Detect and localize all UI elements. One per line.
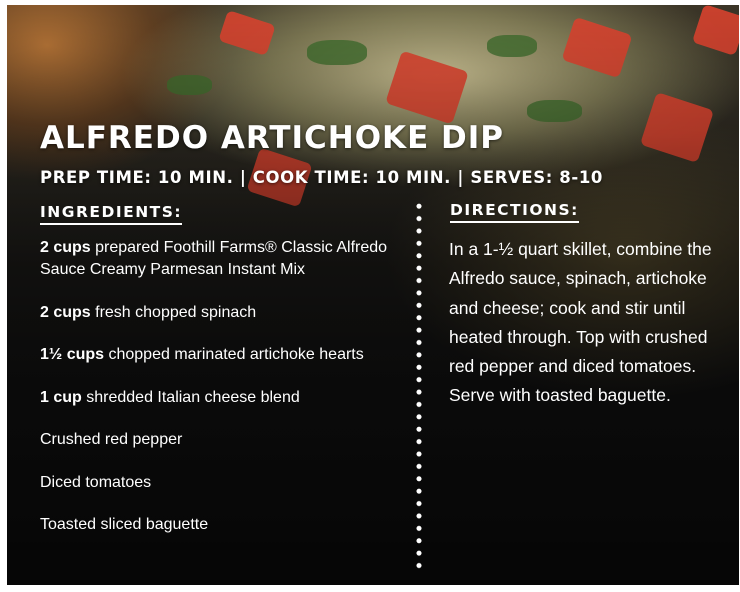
ingredient-item: Toasted sliced baguette (40, 514, 420, 536)
directions-text: In a 1-½ quart skillet, combine the Alfr… (449, 239, 712, 406)
ingredient-text: Crushed red pepper (40, 431, 183, 448)
recipe-card: ALFREDO ARTICHOKE DIP PREP TIME: 10 MIN.… (7, 5, 739, 585)
ingredients-heading: INGREDIENTS: (40, 203, 183, 225)
ingredient-amount: 1 cup (40, 388, 82, 406)
directions-heading: DIRECTIONS: (450, 201, 579, 223)
ingredient-text: fresh chopped spinach (90, 303, 257, 321)
ingredient-text: Toasted sliced baguette (40, 516, 209, 533)
ingredient-item: 2 cups fresh chopped spinach (40, 302, 420, 324)
dotted-divider (415, 200, 423, 572)
ingredient-amount: 2 cups (40, 303, 91, 321)
ingredient-item: Diced tomatoes (40, 472, 420, 494)
ingredient-text: shredded Italian cheese blend (81, 388, 300, 406)
ingredient-item: 1½ cups chopped marinated artichoke hear… (40, 344, 420, 366)
ingredient-text: chopped marinated artichoke hearts (104, 346, 364, 363)
ingredient-text: prepared Foothill Farms® Classic Alfredo… (40, 239, 388, 278)
ingredient-item: 1 cup shredded Italian cheese blend (40, 387, 420, 409)
ingredient-amount: 1½ cups (40, 346, 105, 363)
ingredient-item: 2 cups prepared Foothill Farms® Classic … (40, 237, 420, 281)
ingredient-text: Diced tomatoes (40, 473, 152, 491)
recipe-time-and-servings: PREP TIME: 10 MIN. | COOK TIME: 10 MIN. … (40, 168, 603, 187)
ingredients-list: 2 cups prepared Foothill Farms® Classic … (40, 237, 420, 557)
recipe-title: ALFREDO ARTICHOKE DIP (40, 120, 505, 156)
ingredient-amount: 2 cups (40, 239, 91, 256)
ingredient-item: Crushed red pepper (40, 429, 420, 451)
